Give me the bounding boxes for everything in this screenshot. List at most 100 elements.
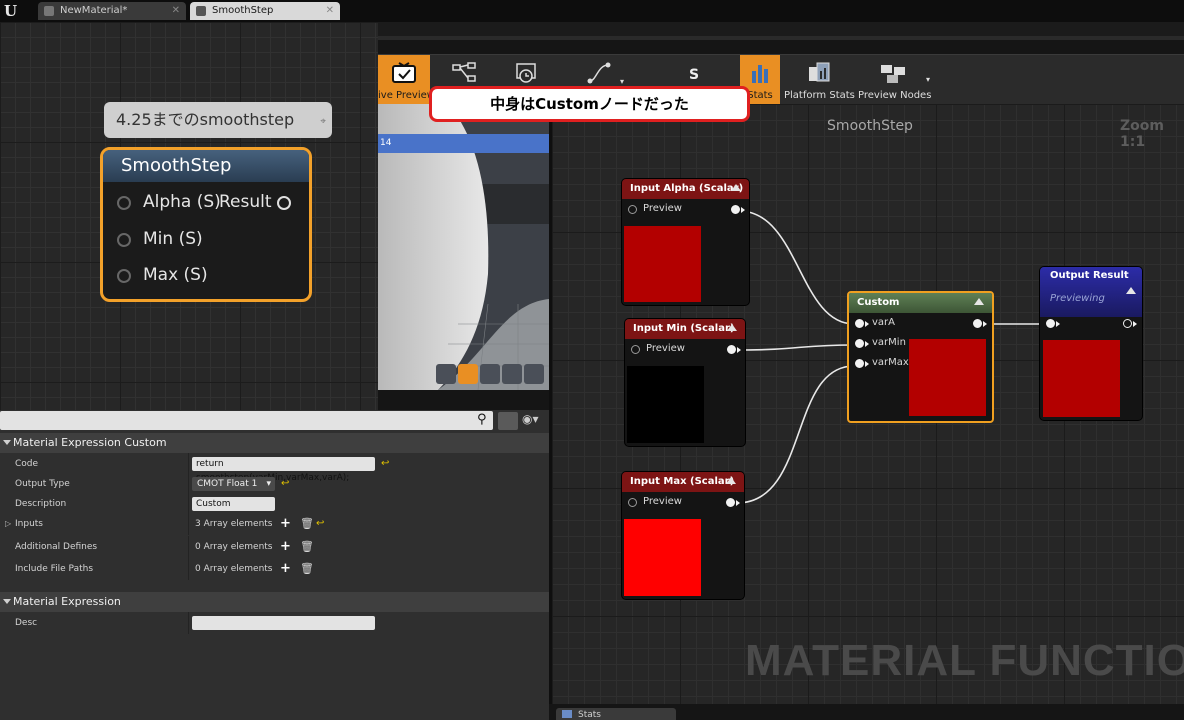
pin-arrow-icon xyxy=(865,321,869,327)
unreal-logo-icon: U xyxy=(4,2,18,20)
collapse-icon[interactable] xyxy=(726,477,736,484)
details-search-input[interactable] xyxy=(0,411,493,430)
collapse-icon[interactable] xyxy=(1126,287,1136,294)
eye-icon[interactable]: ◉▾ xyxy=(522,412,539,426)
plane-preview-button[interactable] xyxy=(480,364,500,384)
tab-label: NewMaterial* xyxy=(60,5,128,16)
input-pin-row: varA xyxy=(849,313,992,333)
teapot-preview-button[interactable] xyxy=(524,364,544,384)
pin-arrow-icon xyxy=(741,207,745,213)
custom-node[interactable]: Custom varA varMin varMax xyxy=(847,291,994,423)
hierarchy-icon xyxy=(452,62,476,82)
section-header[interactable]: Material Expression xyxy=(0,592,549,612)
close-icon[interactable]: ✕ xyxy=(326,2,334,20)
collapse-icon[interactable] xyxy=(974,298,984,305)
pin-label: Max (S) xyxy=(143,265,208,285)
delete-icon[interactable]: 🗑 xyxy=(300,536,314,558)
cylinder-preview-button[interactable] xyxy=(436,364,456,384)
input-pin-icon[interactable] xyxy=(855,359,864,368)
chevron-down-icon[interactable]: ▾ xyxy=(926,75,930,84)
input-min-node[interactable]: Input Min (Scalar) Preview xyxy=(625,319,745,446)
tab-smoothstep[interactable]: SmoothStep ✕ xyxy=(190,2,340,20)
platform-stats-button[interactable]: Platform Stats xyxy=(784,55,855,105)
input-pin-icon[interactable] xyxy=(855,339,864,348)
prop-label: Output Type xyxy=(15,479,70,489)
pin-icon[interactable] xyxy=(631,345,640,354)
prop-label: Code xyxy=(15,459,39,469)
divider xyxy=(188,473,189,495)
input-pin-icon[interactable] xyxy=(117,269,131,283)
output-pin-icon[interactable] xyxy=(1123,319,1132,328)
close-icon[interactable]: ✕ xyxy=(172,2,180,20)
add-element-icon[interactable]: + xyxy=(280,536,291,558)
smoothstep-function-node[interactable]: SmoothStep Alpha (S) Result Min (S) Max … xyxy=(100,147,312,302)
section-title: Material Expression Custom xyxy=(13,436,167,449)
live-preview-button[interactable]: ive Preview xyxy=(378,55,435,105)
input-pin-icon[interactable] xyxy=(117,233,131,247)
reset-icon[interactable]: ↩ xyxy=(281,473,289,495)
output-pin-icon[interactable] xyxy=(731,205,740,214)
input-alpha-node[interactable]: Input Alpha (Scalar) Preview xyxy=(622,179,749,305)
output-pin-icon[interactable] xyxy=(277,196,291,210)
node-title: Custom xyxy=(849,293,992,313)
input-max-node[interactable]: Input Max (Scalar) Preview xyxy=(622,472,744,599)
chevron-down-icon xyxy=(3,599,11,604)
add-element-icon[interactable]: + xyxy=(280,513,291,535)
toolbar-button-label: Preview Nodes xyxy=(858,90,932,101)
chevron-down-icon[interactable]: ▾ xyxy=(620,77,624,86)
output-pin-icon[interactable] xyxy=(973,319,982,328)
divider xyxy=(188,558,189,580)
section-header[interactable]: Material Expression Custom xyxy=(0,433,549,453)
reset-icon[interactable]: ↩ xyxy=(316,513,324,535)
pin-icon[interactable] xyxy=(628,498,637,507)
divider xyxy=(188,513,189,535)
description-field[interactable]: Custom xyxy=(192,497,275,511)
output-type-dropdown[interactable]: CMOT Float 1 ▾ xyxy=(192,477,275,491)
code-field[interactable]: return smoothstep(varMin,varMax,varA); xyxy=(192,457,375,483)
pin-comment-icon[interactable]: ⌖ xyxy=(320,104,326,140)
pin-label: Min (S) xyxy=(143,229,203,249)
tab-newmaterial[interactable]: NewMaterial* ✕ xyxy=(38,2,186,20)
preview-nodes-button[interactable]: Preview Nodes ▾ xyxy=(858,55,932,105)
preview-swatch xyxy=(909,339,986,416)
prop-label: Inputs xyxy=(15,519,43,529)
output-result-node[interactable]: Output Result Previewing xyxy=(1040,267,1142,420)
wire-max-to-varmax xyxy=(736,365,855,504)
grid-view-icon[interactable] xyxy=(498,412,518,430)
output-pin-icon[interactable] xyxy=(727,345,736,354)
tab-stats[interactable]: Stats xyxy=(556,708,676,720)
preview-swatch xyxy=(624,519,701,596)
node-title: Input Min (Scalar) xyxy=(625,319,745,339)
node-subtitle: Previewing xyxy=(1050,293,1105,304)
input-pin-icon[interactable] xyxy=(117,196,131,210)
preview-swatch xyxy=(627,366,704,443)
node-comment-bubble[interactable]: 4.25までのsmoothstep ⌖ xyxy=(104,102,332,138)
add-element-icon[interactable]: + xyxy=(280,558,291,580)
search-icon[interactable]: ⚲ xyxy=(477,412,487,427)
prop-row: Desc xyxy=(0,612,549,634)
input-pin-icon[interactable] xyxy=(855,319,864,328)
collapse-icon[interactable] xyxy=(727,324,737,331)
node-title: SmoothStep xyxy=(103,150,309,182)
desc-field[interactable] xyxy=(192,616,375,630)
wire-alpha-to-vara xyxy=(738,210,855,325)
prop-row: Include File Paths 0 Array elements + 🗑 xyxy=(0,558,549,580)
toolbar-button-label: Platform Stats xyxy=(784,90,855,101)
sphere-preview-button[interactable] xyxy=(458,364,478,384)
prop-value: 0 Array elements xyxy=(195,542,273,552)
prop-label: Desc xyxy=(15,618,38,628)
expand-arrow-icon[interactable]: ▷ xyxy=(5,513,11,535)
pin-arrow-icon xyxy=(865,361,869,367)
toolbar-button-label: ive Preview xyxy=(378,90,435,101)
delete-icon[interactable]: 🗑 xyxy=(300,513,314,535)
input-pin-icon[interactable] xyxy=(1046,319,1055,328)
curve-icon xyxy=(587,62,611,84)
pin-icon[interactable] xyxy=(628,205,637,214)
collapse-icon[interactable] xyxy=(731,184,741,191)
pin-label: Alpha (S) xyxy=(143,192,221,212)
reset-icon[interactable]: ↩ xyxy=(381,453,389,475)
cube-preview-button[interactable] xyxy=(502,364,522,384)
comment-text: 4.25までのsmoothstep xyxy=(116,110,295,129)
delete-icon[interactable]: 🗑 xyxy=(300,558,314,580)
output-pin-icon[interactable] xyxy=(726,498,735,507)
